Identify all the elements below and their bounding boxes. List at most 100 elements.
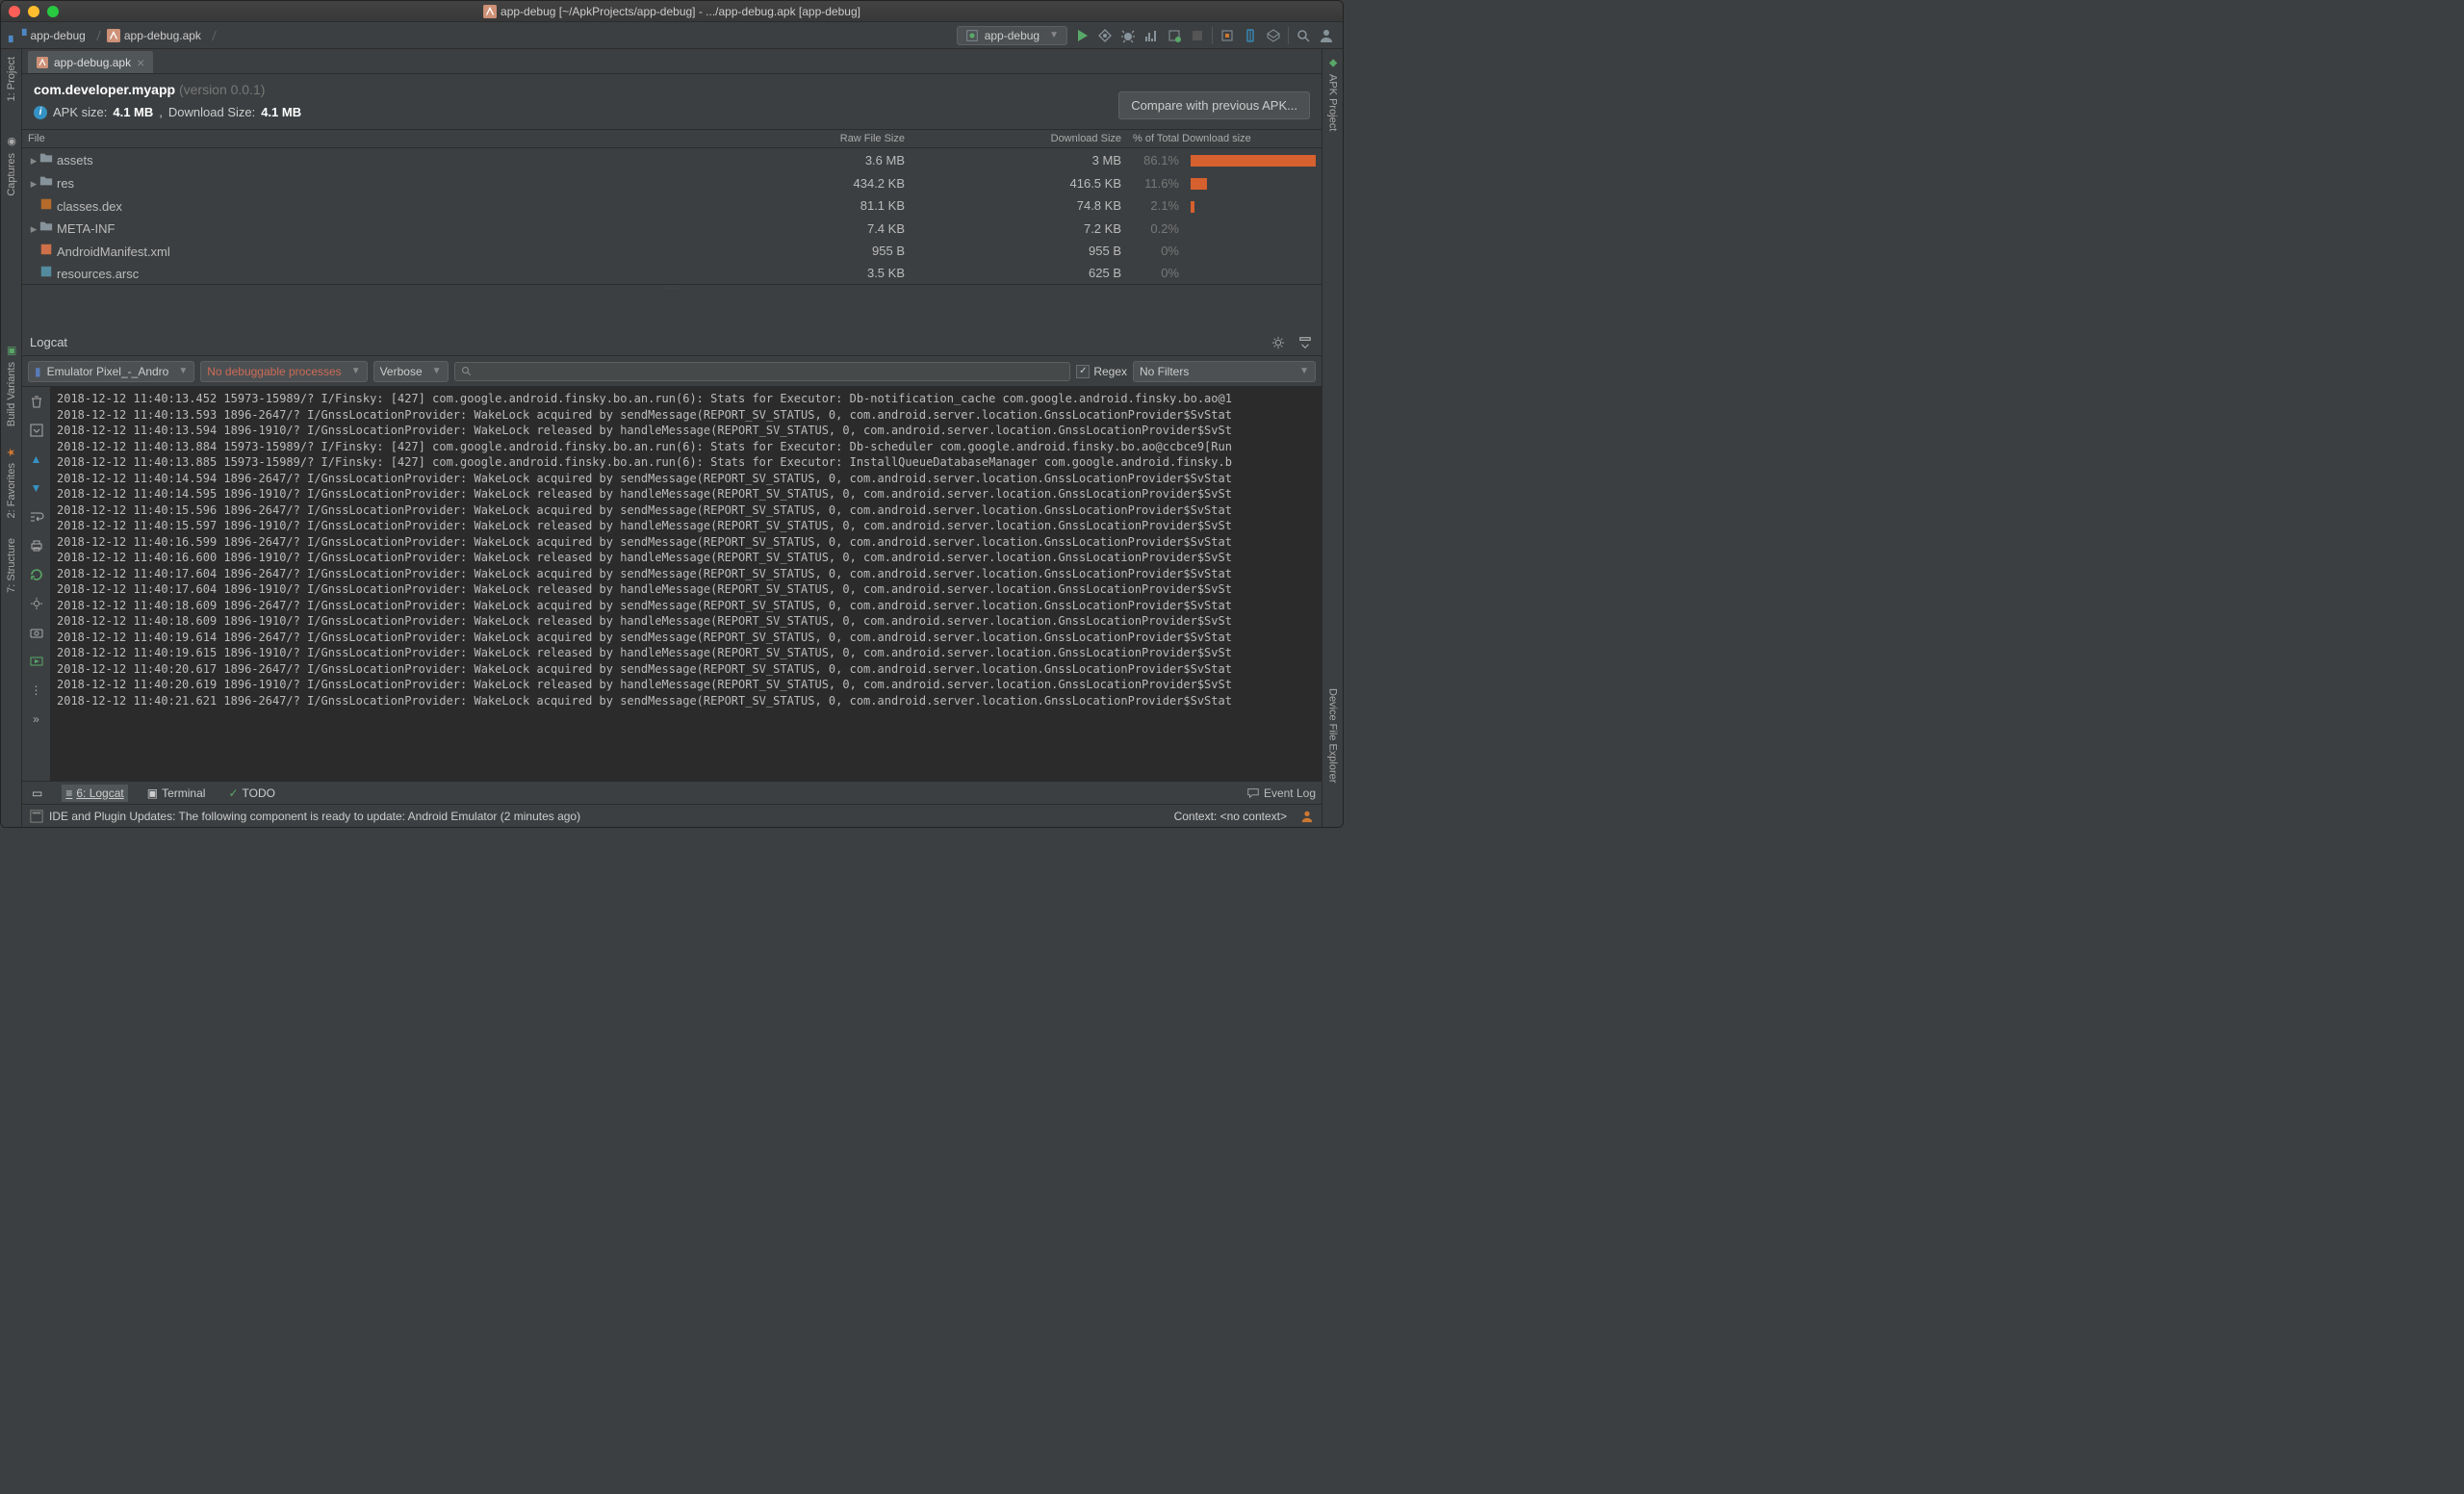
- chevron-down-icon: ▼: [351, 366, 361, 376]
- project-tool-button[interactable]: 1: Project: [6, 53, 17, 105]
- device-selector[interactable]: ▮ Emulator Pixel_-_Andro ▼: [28, 361, 194, 382]
- tree-arrow-icon[interactable]: ▸: [28, 153, 39, 168]
- column-raw-size[interactable]: Raw File Size: [689, 130, 911, 147]
- right-tool-gutter: ◆ APK Project Device File Explorer: [1322, 49, 1343, 827]
- trash-icon[interactable]: [28, 393, 45, 410]
- device-file-explorer-button[interactable]: Device File Explorer: [1327, 684, 1339, 786]
- download-size: 416.5 KB: [911, 173, 1127, 193]
- file-row[interactable]: ▸META-INF7.4 KB7.2 KB0.2%: [22, 217, 1322, 240]
- column-download-size[interactable]: Download Size: [911, 130, 1127, 147]
- tree-arrow-icon[interactable]: ▸: [28, 176, 39, 192]
- file-name: AndroidManifest.xml: [57, 245, 170, 259]
- column-file[interactable]: File: [22, 130, 689, 147]
- editor-tabs: app-debug.apk ×: [22, 49, 1322, 74]
- xml-icon: [39, 243, 53, 256]
- breadcrumb-file[interactable]: app-debug.apk: [124, 29, 201, 42]
- restart-icon[interactable]: [28, 566, 45, 583]
- captures-tool-button[interactable]: Captures ◉: [5, 132, 18, 200]
- sdk-manager-button[interactable]: [1265, 27, 1282, 44]
- logcat-tab-button[interactable]: ≡ 6: Logcat: [62, 785, 127, 802]
- file-row[interactable]: AndroidManifest.xml955 B955 B0%: [22, 240, 1322, 262]
- size-bar: [1185, 225, 1322, 231]
- file-row[interactable]: ▸assets3.6 MB3 MB86.1%: [22, 148, 1322, 171]
- raw-size: 81.1 KB: [689, 195, 911, 216]
- sync-project-button[interactable]: [1219, 27, 1236, 44]
- search-icon: [461, 366, 473, 377]
- build-variants-tool-button[interactable]: Build Variants ▣: [5, 341, 18, 430]
- speech-bubble-icon: [1246, 786, 1260, 800]
- chevron-down-icon: ▼: [1299, 366, 1309, 376]
- up-arrow-icon[interactable]: ▲: [28, 451, 45, 468]
- empty-detail-pane: [22, 291, 1322, 329]
- expand-icon[interactable]: »: [28, 710, 45, 728]
- regex-checkbox[interactable]: ✓Regex: [1076, 365, 1127, 378]
- context-indicator[interactable]: Context: <no context>: [1174, 810, 1287, 823]
- breadcrumb-separator-icon: [207, 31, 217, 40]
- terminal-icon: ▣: [147, 786, 158, 800]
- file-row[interactable]: classes.dex81.1 KB74.8 KB2.1%: [22, 194, 1322, 217]
- log-level-selector[interactable]: Verbose ▼: [373, 361, 449, 382]
- file-row[interactable]: resources.arsc3.5 KB625 B0%: [22, 262, 1322, 284]
- favorites-tool-button[interactable]: 2: Favorites ★: [5, 442, 18, 522]
- screenshot-icon[interactable]: [28, 624, 45, 641]
- soft-wrap-icon[interactable]: [28, 508, 45, 526]
- download-size: 625 B: [911, 263, 1127, 283]
- user-icon[interactable]: [1318, 27, 1335, 44]
- collapse-icon[interactable]: ▭: [28, 785, 46, 802]
- apply-changes-button[interactable]: [1096, 27, 1114, 44]
- apk-analyzer-header: com.developer.myapp (version 0.0.1) i AP…: [22, 74, 1322, 129]
- size-bar: [1185, 150, 1322, 170]
- filter-selector[interactable]: No Filters ▼: [1133, 361, 1316, 382]
- editor-tab-apk[interactable]: app-debug.apk ×: [28, 51, 153, 73]
- breadcrumb-separator-icon: [91, 31, 101, 40]
- debug-button[interactable]: [1119, 27, 1137, 44]
- terminal-tab-button[interactable]: ▣ Terminal: [143, 785, 210, 802]
- profiler-button[interactable]: [1142, 27, 1160, 44]
- help-icon[interactable]: ⋮: [28, 682, 45, 699]
- size-bar: [1185, 270, 1322, 276]
- breadcrumbs: ▖▝ app-debug app-debug.apk: [9, 29, 218, 42]
- gear-icon[interactable]: [1270, 334, 1287, 351]
- window-controls: [9, 6, 59, 17]
- apk-icon: [483, 5, 497, 18]
- star-icon: ★: [5, 446, 18, 459]
- close-window-button[interactable]: [9, 6, 20, 17]
- logcat-search-input[interactable]: [454, 362, 1071, 381]
- split-handle[interactable]: ::::::: [22, 284, 1322, 291]
- status-icon[interactable]: [30, 810, 43, 823]
- percent: 0%: [1127, 241, 1185, 261]
- close-tab-icon[interactable]: ×: [137, 55, 144, 70]
- screen-record-icon[interactable]: [28, 653, 45, 670]
- down-arrow-icon[interactable]: ▼: [28, 479, 45, 497]
- folder-icon: ▖▝: [9, 29, 26, 42]
- logcat-filter-bar: ▮ Emulator Pixel_-_Andro ▼ No debuggable…: [22, 356, 1322, 387]
- structure-tool-button[interactable]: 7: Structure: [6, 534, 17, 597]
- maximize-window-button[interactable]: [47, 6, 59, 17]
- process-selector[interactable]: No debuggable processes ▼: [200, 361, 367, 382]
- attach-debugger-button[interactable]: [1166, 27, 1183, 44]
- minimize-window-button[interactable]: [28, 6, 39, 17]
- hide-panel-icon[interactable]: [1296, 334, 1314, 351]
- logcat-output[interactable]: 2018-12-12 11:40:13.452 15973-15989/? I/…: [51, 387, 1322, 781]
- table-header: File Raw File Size Download Size % of To…: [22, 129, 1322, 148]
- print-icon[interactable]: [28, 537, 45, 554]
- tree-arrow-icon[interactable]: ▸: [28, 221, 39, 237]
- breadcrumb-root[interactable]: app-debug: [30, 29, 85, 42]
- apk-project-tool-button[interactable]: ◆ APK Project: [1326, 53, 1340, 135]
- toolbar: app-debug ▼: [957, 26, 1335, 45]
- avd-manager-button[interactable]: [1242, 27, 1259, 44]
- scroll-end-icon[interactable]: [28, 422, 45, 439]
- todo-tab-button[interactable]: ✓ TODO: [224, 785, 279, 802]
- file-row[interactable]: ▸res434.2 KB416.5 KB11.6%: [22, 171, 1322, 194]
- run-button[interactable]: [1073, 27, 1091, 44]
- inspections-icon[interactable]: [1300, 810, 1314, 823]
- column-percent[interactable]: % of Total Download size: [1127, 130, 1322, 147]
- logcat-icon: ≡: [65, 786, 72, 800]
- settings-icon[interactable]: [28, 595, 45, 612]
- search-everywhere-button[interactable]: [1295, 27, 1312, 44]
- stop-button[interactable]: [1189, 27, 1206, 44]
- event-log-button[interactable]: Event Log: [1246, 786, 1316, 800]
- chevron-down-icon: ▼: [432, 366, 442, 376]
- compare-apk-button[interactable]: Compare with previous APK...: [1118, 91, 1310, 119]
- run-configuration-selector[interactable]: app-debug ▼: [957, 26, 1067, 45]
